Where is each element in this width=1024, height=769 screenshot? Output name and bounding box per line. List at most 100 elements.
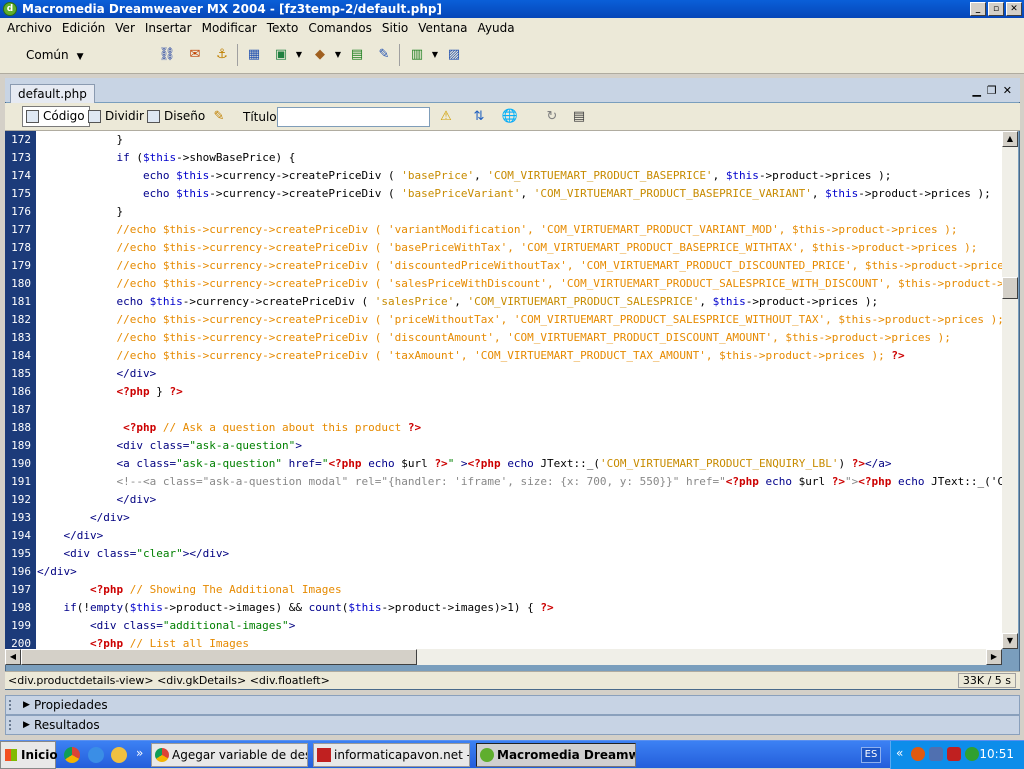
code-line[interactable]: 178 //echo $this->currency->createPriceD… [5, 239, 1002, 257]
scroll-left-icon[interactable]: ◀ [5, 649, 21, 665]
file-management-icon[interactable]: ⇅ [468, 106, 490, 128]
page-title-input[interactable] [277, 107, 430, 127]
antivirus-tray-icon[interactable] [911, 747, 925, 761]
code-text[interactable]: </div> [37, 365, 156, 383]
menu-sitio[interactable]: Sitio [377, 21, 413, 35]
code-text[interactable]: if ($this->showBasePrice) { [37, 149, 295, 167]
code-line[interactable]: 185 </div> [5, 365, 1002, 383]
code-text[interactable]: //echo $this->currency->createPriceDiv (… [37, 329, 950, 347]
split-view-button[interactable]: Dividir [84, 106, 149, 127]
code-text[interactable]: //echo $this->currency->createPriceDiv (… [37, 239, 977, 257]
code-text[interactable]: echo $this->currency->createPriceDiv ( '… [37, 167, 891, 185]
code-line[interactable]: 193 </div> [5, 509, 1002, 527]
code-line[interactable]: 186 <?php } ?> [5, 383, 1002, 401]
code-line[interactable]: 195 <div class="clear"></div> [5, 545, 1002, 563]
code-line[interactable]: 187 [5, 401, 1002, 419]
code-text[interactable]: echo $this->currency->createPriceDiv ( '… [37, 185, 991, 203]
doc-restore-icon[interactable]: ❐ [987, 84, 997, 97]
code-text[interactable]: //echo $this->currency->createPriceDiv (… [37, 221, 957, 239]
scroll-up-icon[interactable]: ▲ [1002, 131, 1018, 147]
tray-expand-icon[interactable]: « [896, 746, 903, 760]
code-text[interactable]: <!--<a class="ask-a-question modal" rel=… [37, 473, 1002, 491]
menu-archivo[interactable]: Archivo [2, 21, 57, 35]
code-line[interactable]: 181 echo $this->currency->createPriceDiv… [5, 293, 1002, 311]
network-tray-icon[interactable] [929, 747, 943, 761]
window-title-bar[interactable]: d Macromedia Dreamweaver MX 2004 - [fz3t… [0, 0, 1024, 18]
image-dropdown-icon[interactable]: ▼ [288, 44, 310, 66]
code-line[interactable]: 175 echo $this->currency->createPriceDiv… [5, 185, 1002, 203]
live-data-icon[interactable]: ✎ [208, 106, 230, 128]
date-icon[interactable]: ▤ [346, 44, 368, 66]
code-text[interactable]: if(!empty($this->product->images) && cou… [37, 599, 554, 617]
code-text[interactable]: } [37, 203, 123, 221]
update-tray-icon[interactable] [965, 747, 979, 761]
code-text[interactable]: <div class="ask-a-question"> [37, 437, 301, 455]
vertical-scroll-thumb[interactable] [1002, 277, 1018, 299]
code-text[interactable]: //echo $this->currency->createPriceDiv (… [37, 257, 1002, 275]
preview-browser-icon[interactable]: 🌐 [499, 106, 521, 128]
internet-explorer-quicklaunch-icon[interactable] [88, 747, 104, 763]
code-line[interactable]: 183 //echo $this->currency->createPriceD… [5, 329, 1002, 347]
code-text[interactable]: </div> [37, 563, 77, 581]
refresh-icon[interactable]: ↻ [541, 106, 563, 128]
vertical-scrollbar[interactable]: ▲ ▼ [1002, 131, 1018, 649]
horizontal-scroll-thumb[interactable] [21, 649, 417, 665]
doc-close-icon[interactable]: ✕ [1003, 84, 1012, 97]
code-line[interactable]: 199 <div class="additional-images"> [5, 617, 1002, 635]
code-view-button[interactable]: Código [22, 106, 90, 127]
menu-insertar[interactable]: Insertar [140, 21, 197, 35]
code-text[interactable]: } [37, 131, 123, 149]
code-line[interactable]: 179 //echo $this->currency->createPriceD… [5, 257, 1002, 275]
scroll-down-icon[interactable]: ▼ [1002, 633, 1018, 649]
code-line[interactable]: 197 <?php // Showing The Additional Imag… [5, 581, 1002, 599]
code-line[interactable]: 189 <div class="ask-a-question"> [5, 437, 1002, 455]
code-text[interactable]: //echo $this->currency->createPriceDiv (… [37, 347, 904, 365]
menu-ventana[interactable]: Ventana [413, 21, 472, 35]
menu-texto[interactable]: Texto [262, 21, 304, 35]
code-line[interactable]: 196 </div> [5, 563, 1002, 581]
insert-category-dropdown[interactable]: Común ▼ [26, 48, 84, 62]
properties-panel-header[interactable]: ▶ Propiedades [5, 695, 1020, 715]
code-line[interactable]: 198 if(!empty($this->product->images) &&… [5, 599, 1002, 617]
code-line[interactable]: 173 if ($this->showBasePrice) { [5, 149, 1002, 167]
code-line[interactable]: 180 //echo $this->currency->createPriceD… [5, 275, 1002, 293]
menu-comandos[interactable]: Comandos [303, 21, 377, 35]
panel-grip-icon[interactable] [9, 720, 17, 730]
menu-edicion[interactable]: Edición [57, 21, 110, 35]
code-text[interactable]: <?php } ?> [37, 383, 182, 401]
taskbar-button-dreamweaver[interactable]: Macromedia Dreamw... [476, 743, 636, 767]
code-line[interactable]: 188 <?php // Ask a question about this p… [5, 419, 1002, 437]
code-line[interactable]: 200 <?php // List all Images [5, 635, 1002, 649]
code-line[interactable]: 192 </div> [5, 491, 1002, 509]
start-button[interactable]: Inicio [0, 741, 58, 769]
hyperlink-icon[interactable]: ⛓ [156, 44, 178, 66]
results-panel-header[interactable]: ▶ Resultados [5, 715, 1020, 735]
browser-check-icon[interactable]: ⚠ [435, 106, 457, 128]
scroll-right-icon[interactable]: ▶ [986, 649, 1002, 665]
email-link-icon[interactable]: ✉ [184, 44, 206, 66]
code-text[interactable]: <?php // List all Images [37, 635, 249, 649]
code-text[interactable]: echo $this->currency->createPriceDiv ( '… [37, 293, 878, 311]
code-text[interactable]: </div> [37, 509, 130, 527]
security-tray-icon[interactable] [947, 747, 961, 761]
code-line[interactable]: 176 } [5, 203, 1002, 221]
code-line[interactable]: 174 echo $this->currency->createPriceDiv… [5, 167, 1002, 185]
view-options-icon[interactable]: ▤ [568, 106, 590, 128]
named-anchor-icon[interactable]: ⚓ [211, 44, 233, 66]
language-indicator[interactable]: ES [861, 747, 881, 763]
tag-chooser-icon[interactable]: ▨ [443, 44, 465, 66]
chrome-quicklaunch-icon[interactable] [64, 747, 80, 763]
taskbar-button-filezilla[interactable]: informaticapavon.net - i... [313, 743, 470, 767]
code-line[interactable]: 184 //echo $this->currency->createPriceD… [5, 347, 1002, 365]
code-text[interactable]: <div class="additional-images"> [37, 617, 295, 635]
document-tab[interactable]: default.php [10, 84, 95, 103]
code-text[interactable]: <?php // Ask a question about this produ… [37, 419, 421, 437]
restore-button[interactable]: ▫ [988, 2, 1004, 16]
code-text[interactable]: //echo $this->currency->createPriceDiv (… [37, 311, 1002, 329]
code-text[interactable]: </div> [37, 491, 156, 509]
code-line[interactable]: 172 } [5, 131, 1002, 149]
messenger-quicklaunch-icon[interactable] [111, 747, 127, 763]
close-button[interactable]: ✕ [1006, 2, 1022, 16]
minimize-button[interactable]: _ [970, 2, 986, 16]
code-line[interactable]: 190 <a class="ask-a-question" href="<?ph… [5, 455, 1002, 473]
